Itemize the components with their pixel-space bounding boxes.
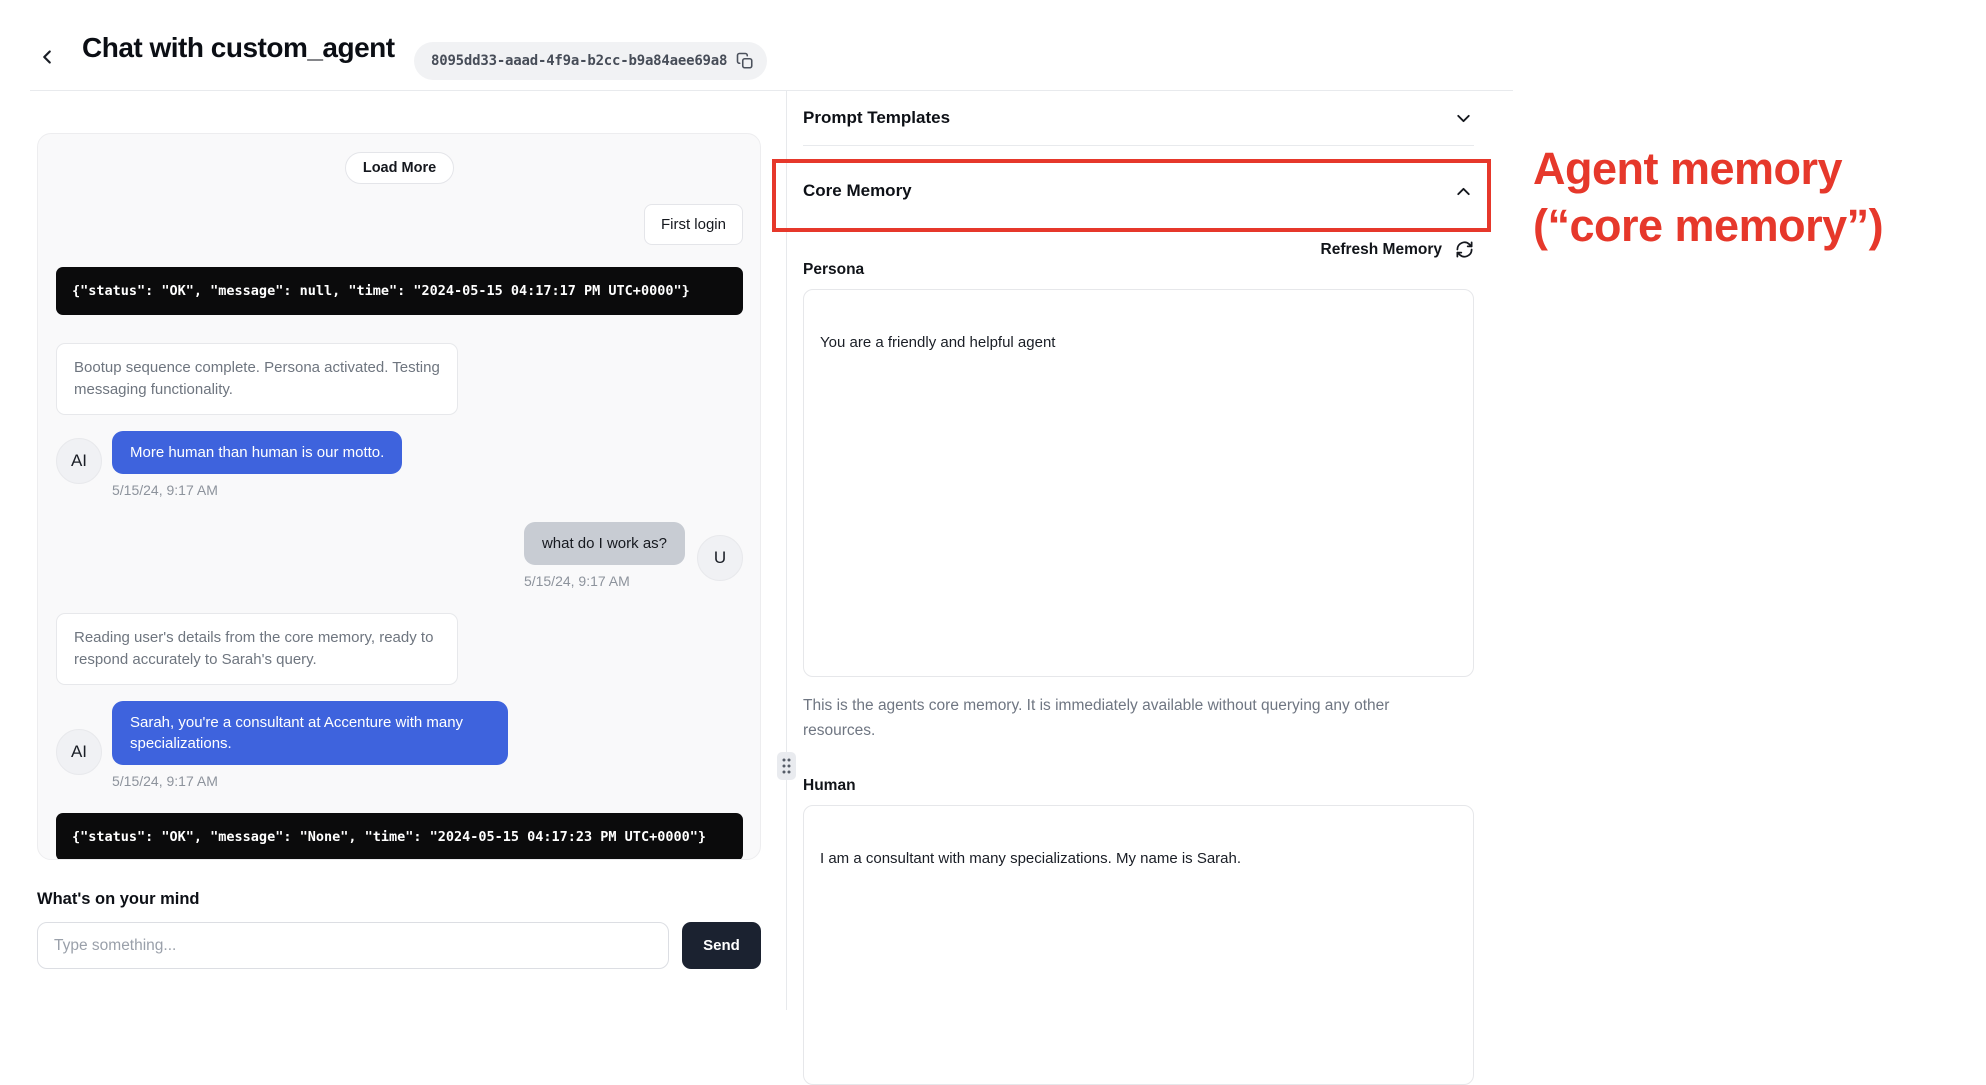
inner-monologue-message: Bootup sequence complete. Persona activa… (56, 343, 458, 415)
user-avatar: U (697, 535, 743, 581)
user-message: what do I work as? 5/15/24, 9:17 AM U (56, 522, 743, 589)
copy-icon[interactable] (736, 52, 754, 70)
core-memory-title: Core Memory (803, 181, 912, 201)
refresh-memory-label: Refresh Memory (1321, 241, 1442, 259)
first-login-badge: First login (644, 204, 743, 245)
core-memory-description: This is the agents core memory. It is im… (803, 693, 1448, 743)
prompt-templates-title: Prompt Templates (803, 108, 950, 128)
persona-textarea[interactable]: You are a friendly and helpful agent (803, 289, 1474, 677)
composer: Send (37, 922, 761, 969)
ai-message: AI Sarah, you're a consultant at Accentu… (56, 701, 743, 789)
user-message-bubble: what do I work as? (524, 522, 685, 565)
human-label: Human (803, 777, 1474, 795)
refresh-icon (1455, 240, 1474, 259)
load-more-button[interactable]: Load More (345, 152, 454, 184)
page-title: Chat with custom_agent (82, 32, 395, 64)
status-code-message: {"status": "OK", "message": "None", "tim… (56, 813, 743, 860)
chevron-up-icon (1453, 181, 1474, 202)
status-json: {"status": "OK", "message": "None", "tim… (72, 829, 706, 845)
ai-message: AI More human than human is our motto. 5… (56, 431, 743, 498)
core-memory-section-header[interactable]: Core Memory (803, 146, 1474, 232)
annotation-line-2: (“core memory”) (1533, 197, 1883, 254)
message-timestamp: 5/15/24, 9:17 AM (112, 482, 402, 498)
annotation-text: Agent memory (“core memory”) (1533, 140, 1883, 254)
ai-message-bubble: Sarah, you're a consultant at Accenture … (112, 701, 508, 765)
chat-message-list: Load More First login {"status": "OK", "… (37, 133, 761, 860)
agent-id-badge: 8095dd33-aaad-4f9a-b2cc-b9a84aee69a8 (414, 42, 767, 80)
message-timestamp: 5/15/24, 9:17 AM (112, 773, 508, 789)
agent-id: 8095dd33-aaad-4f9a-b2cc-b9a84aee69a8 (431, 53, 727, 69)
prompt-templates-section-header[interactable]: Prompt Templates (803, 91, 1474, 145)
ai-avatar: AI (56, 729, 102, 775)
chevron-left-icon (36, 46, 58, 68)
back-button[interactable] (36, 46, 58, 68)
human-textarea[interactable]: I am a consultant with many specializati… (803, 805, 1474, 1085)
ai-message-bubble: More human than human is our motto. (112, 431, 402, 474)
status-code-message: {"status": "OK", "message": null, "time"… (56, 267, 743, 315)
persona-label: Persona (803, 261, 1474, 279)
memory-panel: Prompt Templates Core Memory Refresh Mem… (787, 91, 1513, 1085)
status-json: {"status": "OK", "message": null, "time"… (72, 283, 690, 299)
composer-heading: What's on your mind (37, 890, 200, 909)
send-button[interactable]: Send (682, 922, 761, 969)
annotation-line-1: Agent memory (1533, 140, 1883, 197)
refresh-memory-button[interactable]: Refresh Memory (803, 240, 1474, 259)
ai-avatar: AI (56, 438, 102, 484)
inner-monologue-message: Reading user's details from the core mem… (56, 613, 458, 685)
chevron-down-icon (1453, 108, 1474, 129)
message-input[interactable] (37, 922, 669, 969)
message-timestamp: 5/15/24, 9:17 AM (524, 573, 630, 589)
